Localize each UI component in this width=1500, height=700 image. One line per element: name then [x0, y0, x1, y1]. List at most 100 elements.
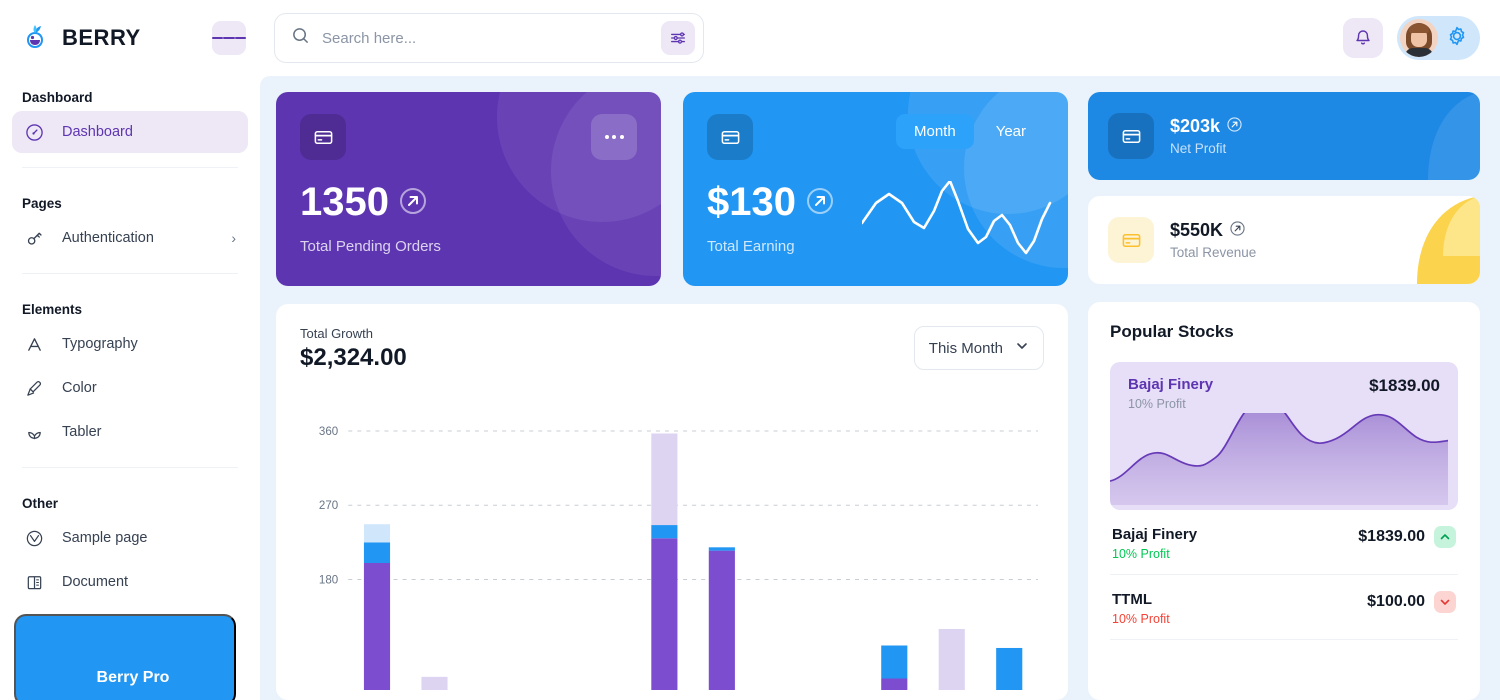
- stock-price: $100.00: [1367, 593, 1425, 610]
- search-bar[interactable]: [274, 13, 704, 63]
- net-profit-label: Net Profit: [1170, 141, 1227, 156]
- growth-title: Total Growth: [300, 326, 373, 341]
- credit-card-icon: [1108, 217, 1154, 263]
- search-input[interactable]: [322, 29, 649, 47]
- net-profit-value-row: $203k: [1170, 116, 1242, 137]
- stock-list-item[interactable]: Bajaj Finery 10% Profit $1839.00: [1110, 510, 1458, 575]
- topbar-actions: [1343, 16, 1480, 60]
- total-revenue-text: $550K Total Revenue: [1170, 220, 1256, 260]
- bar-segment: [881, 678, 908, 700]
- bar-segment: [651, 538, 678, 700]
- earning-sparkline: [860, 179, 1052, 264]
- toggle-year[interactable]: Year: [978, 114, 1044, 149]
- popular-stocks-card: Popular Stocks Bajaj Finery 10% Profit $…: [1088, 302, 1480, 700]
- y-axis-tick-label: 180: [319, 575, 338, 587]
- sidebar-item-color[interactable]: Color: [12, 367, 248, 409]
- typography-icon: [24, 334, 44, 354]
- period-toggle: Month Year: [895, 114, 1044, 149]
- bell-icon[interactable]: [1343, 18, 1383, 58]
- sidebar-item-label: Color: [62, 380, 97, 396]
- bar-segment: [938, 629, 965, 700]
- card-value-row: 1350: [300, 182, 637, 222]
- stock-sub: 10% Profit: [1112, 612, 1170, 626]
- credit-card-icon: [1108, 113, 1154, 159]
- popular-stocks-title: Popular Stocks: [1110, 322, 1234, 341]
- profile-menu[interactable]: [1397, 16, 1480, 60]
- chevron-down-icon: [1434, 591, 1456, 613]
- toggle-month[interactable]: Month: [895, 114, 974, 149]
- chevron-right-icon: ›: [231, 230, 236, 246]
- nav-caption-other: Other: [22, 496, 59, 511]
- hero-stock-sub: 10% Profit: [1128, 397, 1186, 411]
- total-growth-card: Total Growth $2,324.00 This Month 180 270…: [276, 304, 1068, 700]
- arrow-up-right-icon: [1230, 220, 1245, 241]
- content-region: 1350 Total Pending Orders Month Year $13…: [260, 76, 1500, 700]
- stock-right: $1839.00: [1358, 526, 1456, 548]
- period-select[interactable]: This Month: [913, 326, 1044, 370]
- chevron-up-icon: [1434, 526, 1456, 548]
- y-axis-tick-label: 270: [319, 500, 338, 512]
- arrow-up-right-icon: [1227, 116, 1242, 137]
- stock-price: $1839.00: [1358, 528, 1425, 545]
- nav-caption-elements: Elements: [22, 302, 83, 317]
- key-icon: [24, 228, 44, 248]
- bar-segment: [421, 676, 448, 700]
- nav-divider: [22, 167, 238, 168]
- arrow-up-right-icon: [806, 182, 834, 222]
- brand-name: BERRY: [62, 25, 141, 50]
- document-icon: [24, 572, 44, 592]
- berry-pro-button[interactable]: Berry Pro: [14, 614, 236, 700]
- sidebar-item-label: Document: [62, 574, 129, 590]
- brand-header: BERRY: [0, 0, 260, 76]
- bar-segment: [708, 550, 735, 700]
- bar-segment: [651, 525, 678, 539]
- bar-segment: [881, 645, 908, 679]
- dashboard-icon: [24, 122, 44, 142]
- y-axis-tick-label: 360: [319, 426, 338, 438]
- bar-segment: [363, 524, 391, 543]
- main-area: 1350 Total Pending Orders: [260, 0, 1500, 700]
- net-profit-text: $203k Net Profit: [1170, 116, 1242, 156]
- card-header: [300, 114, 637, 160]
- stock-list-item[interactable]: TTML 10% Profit $100.00: [1110, 575, 1458, 640]
- decor-corner: [1370, 92, 1480, 180]
- credit-card-icon: [300, 114, 346, 160]
- hero-stock-header: Bajaj Finery 10% Profit $1839.00: [1128, 376, 1440, 411]
- sidebar-item-tabler[interactable]: Tabler: [12, 411, 248, 453]
- sidebar-item-typography[interactable]: Typography: [12, 323, 248, 365]
- topbar: [260, 0, 1500, 76]
- stock-right: $100.00: [1367, 591, 1456, 613]
- total-earning-value: $130: [707, 180, 796, 224]
- decor-corner: [1365, 196, 1480, 284]
- net-profit-card: $203k Net Profit: [1088, 92, 1480, 180]
- nav-caption-dashboard: Dashboard: [22, 90, 93, 105]
- sidebar-item-authentication[interactable]: Authentication ›: [12, 217, 248, 259]
- nav-divider: [22, 467, 238, 468]
- total-revenue-value: $550K: [1170, 220, 1224, 240]
- pending-orders-value: 1350: [300, 180, 389, 224]
- sidebar-item-document[interactable]: Document: [12, 561, 248, 603]
- sidebar-item-label: Dashboard: [62, 124, 133, 140]
- bar-segment: [363, 542, 391, 563]
- sidebar-nav: Dashboard Dashboard Pages Authentication…: [0, 76, 260, 603]
- right-column: $203k Net Profit $550K Total Revenue Pop…: [1088, 92, 1480, 700]
- arrow-up-right-icon: [399, 182, 427, 222]
- growth-titles: Total Growth $2,324.00: [300, 326, 407, 372]
- growth-bar-chart: 180 270 360: [300, 390, 1044, 700]
- hero-stock-item[interactable]: Bajaj Finery 10% Profit $1839.00: [1110, 362, 1458, 510]
- palette-icon: [24, 378, 44, 398]
- sidebar: BERRY Dashboard Dashboard Pages Authenti…: [0, 0, 260, 700]
- pending-orders-label: Total Pending Orders: [300, 238, 441, 255]
- more-dots-icon[interactable]: [591, 114, 637, 160]
- tabler-icon: [24, 422, 44, 442]
- hamburger-menu-icon[interactable]: [212, 21, 246, 55]
- total-revenue-card: $550K Total Revenue: [1088, 196, 1480, 284]
- sidebar-item-sample-page[interactable]: Sample page: [12, 517, 248, 559]
- hero-stock-price: $1839.00: [1369, 376, 1440, 395]
- sidebar-item-label: Sample page: [62, 530, 148, 546]
- sidebar-item-label: Tabler: [62, 424, 102, 440]
- gear-icon[interactable]: [1446, 25, 1468, 52]
- filter-sliders-icon[interactable]: [661, 21, 695, 55]
- bar-segment: [708, 547, 735, 551]
- sidebar-item-dashboard[interactable]: Dashboard: [12, 111, 248, 153]
